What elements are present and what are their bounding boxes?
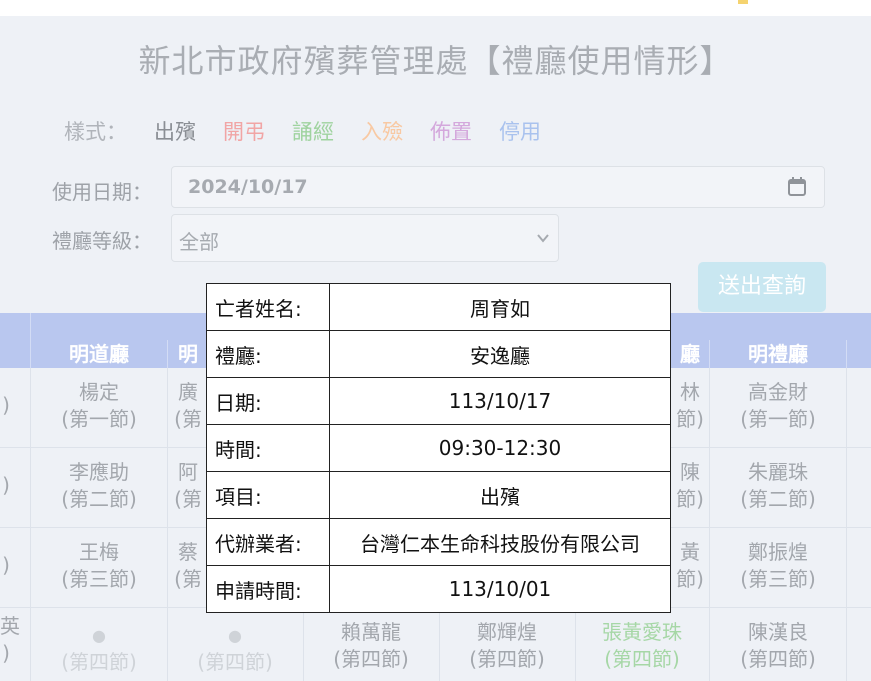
table-row: 英) ● (第四節) ● (第四節) 賴萬龍 (第四節) 鄭輝煌 (第四節) 張黃愛珠(… [0, 608, 871, 681]
date-input[interactable]: 2024/10/17 [171, 166, 825, 208]
header-mingli: 明禮廳 [748, 342, 808, 366]
legend-chanting: 誦經 [292, 120, 334, 144]
level-value: 全部 [179, 230, 219, 254]
grid-line [709, 368, 710, 681]
popup-key: 項目: [206, 471, 330, 519]
grid-line [167, 368, 168, 681]
grid-line [303, 608, 304, 681]
browser-top-strip [0, 0, 871, 16]
booking-cell[interactable]: 朱麗珠 (第二節) [710, 448, 846, 527]
popup-key: 申請時間: [206, 565, 330, 613]
popup-value: 台灣仁本生命科技股份有限公司 [329, 518, 671, 566]
popup-row-agent: 代辦業者: 台灣仁本生命科技股份有限公司 [206, 518, 671, 566]
popup-value: 周育如 [329, 283, 671, 331]
grid-line [439, 608, 440, 681]
level-select[interactable]: 全部 [171, 214, 559, 262]
header-divider [30, 313, 31, 340]
grid-line [846, 368, 847, 681]
legend-funeral: 出殯 [154, 120, 196, 144]
popup-value: 安逸廳 [329, 330, 671, 378]
popup-key: 亡者姓名: [206, 283, 330, 331]
left-edge-cell: ) [2, 553, 10, 577]
booking-cell-partial[interactable]: 陳節) [671, 448, 709, 527]
status-legend: 樣式： 出殯 開弔 誦經 入殮 佈置 停用 [64, 116, 568, 146]
top-highlight-mark [738, 0, 748, 4]
popup-row-applied: 申請時間: 113/10/01 [206, 565, 671, 613]
date-label: 使用日期： [52, 180, 152, 204]
popup-value: 113/10/17 [329, 377, 671, 425]
popup-row-date: 日期: 113/10/17 [206, 377, 671, 425]
booking-cell[interactable]: ● (第四節) [31, 608, 167, 681]
booking-cell-partial[interactable]: 廣 (第 [168, 368, 208, 447]
left-edge-cell: ) [2, 393, 10, 417]
popup-row-item: 項目: 出殯 [206, 471, 671, 519]
level-label: 禮廳等級： [52, 229, 152, 253]
booking-cell[interactable]: 張黃愛珠 (第四節) [575, 608, 709, 681]
booking-detail-popup: 亡者姓名: 周育如 禮廳: 安逸廳 日期: 113/10/17 時間: 09:3… [206, 283, 671, 613]
booking-cell[interactable]: 高金財 (第一節) [710, 368, 846, 447]
popup-row-hall: 禮廳: 安逸廳 [206, 330, 671, 378]
chevron-down-icon [537, 234, 549, 243]
popup-key: 禮廳: [206, 330, 330, 378]
header-mingdao: 明道廳 [69, 342, 129, 366]
booking-cell[interactable]: 王梅 (第三節) [31, 528, 167, 607]
popup-row-deceased: 亡者姓名: 周育如 [206, 283, 671, 331]
grid-line [30, 368, 31, 681]
popup-key: 代辦業者: [206, 518, 330, 566]
popup-key: 時間: [206, 424, 330, 472]
date-value: 2024/10/17 [188, 176, 308, 198]
booking-cell-partial[interactable]: 林節) [671, 368, 709, 447]
popup-value: 113/10/01 [329, 565, 671, 613]
left-edge-cell: 英) [0, 614, 20, 665]
header-partial-right: 廳 [680, 342, 700, 366]
header-partial-left: 明 [178, 342, 198, 366]
legend-disabled: 停用 [499, 120, 541, 144]
booking-cell[interactable]: ● (第四節) [167, 608, 303, 681]
grid-line [575, 608, 576, 681]
calendar-icon[interactable] [788, 177, 806, 196]
header-divider [846, 340, 847, 368]
booking-cell-partial[interactable]: 蔡 (第 [168, 528, 208, 607]
booking-cell[interactable]: 鄭輝煌 (第四節) [439, 608, 575, 681]
booking-cell[interactable]: 李應助 (第二節) [31, 448, 167, 527]
booking-cell-partial[interactable]: 阿 (第 [168, 448, 208, 527]
popup-value: 09:30-12:30 [329, 424, 671, 472]
booking-cell[interactable]: 賴萬龍 (第四節) [303, 608, 439, 681]
booking-cell[interactable]: 鄭振煌 (第三節) [710, 528, 846, 607]
legend-condolence: 開弔 [223, 120, 265, 144]
booking-cell-partial[interactable]: 黃節) [671, 528, 709, 607]
legend-encoffining: 入殮 [361, 120, 403, 144]
page-title: 新北市政府殯葬管理處【禮廳使用情形】 [138, 42, 733, 80]
popup-value: 出殯 [329, 471, 671, 519]
booking-cell[interactable]: 陳漢良 (第四節) [710, 608, 846, 681]
booking-cell[interactable]: 楊定 (第一節) [31, 368, 167, 447]
popup-key: 日期: [206, 377, 330, 425]
legend-setup: 佈置 [430, 120, 472, 144]
legend-label: 樣式： [64, 120, 127, 144]
popup-row-time: 時間: 09:30-12:30 [206, 424, 671, 472]
left-edge-cell: ) [2, 473, 10, 497]
submit-query-button[interactable]: 送出查詢 [698, 262, 826, 312]
